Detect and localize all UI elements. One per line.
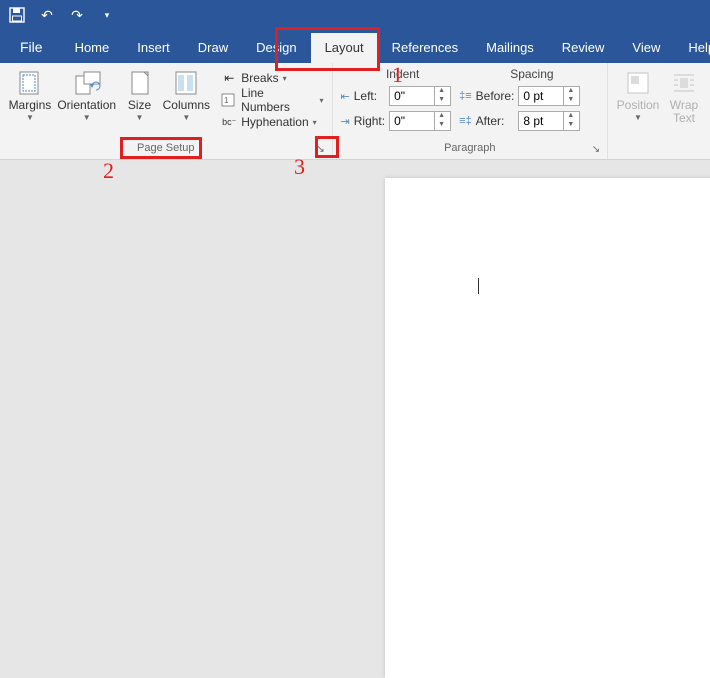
svg-text:1: 1 [224,96,229,105]
ribbon-tabs: File Home Insert Draw Design Layout Refe… [0,30,710,63]
chevron-down-icon: ▼ [26,113,34,122]
text-cursor [478,278,479,294]
position-label: Position [617,99,660,112]
indent-right-label: Right: [354,114,385,128]
spin-up-icon[interactable]: ▲ [564,87,577,96]
chevron-down-icon: ▼ [83,113,91,122]
position-icon [626,69,650,97]
indent-right-field[interactable] [390,112,434,130]
line-numbers-button[interactable]: 1 Line Numbers ▾ [219,89,325,111]
chevron-down-icon: ▾ [313,118,317,127]
size-label: Size [128,99,151,112]
tab-help[interactable]: Help [674,33,710,63]
redo-icon[interactable]: ↷ [68,6,86,24]
page[interactable] [385,178,710,678]
spin-up-icon[interactable]: ▲ [564,112,577,121]
spin-down-icon[interactable]: ▼ [435,96,448,105]
tab-layout[interactable]: Layout [311,33,378,63]
columns-icon [174,69,198,97]
tab-file[interactable]: File [6,32,61,63]
breaks-label: Breaks [241,71,278,85]
columns-label: Columns [163,99,210,112]
hyphenation-label: Hyphenation [241,115,308,129]
hyphenation-button[interactable]: bc⁻ Hyphenation ▾ [219,111,325,133]
chevron-down-icon: ▾ [283,74,287,83]
indent-right-input[interactable]: ▲▼ [389,111,451,131]
page-setup-dialog-launcher[interactable]: ↘ [314,143,328,157]
spin-up-icon[interactable]: ▲ [435,112,448,121]
quick-access-toolbar: ↶ ↷ ▾ [0,0,710,30]
margins-button[interactable]: Margins ▼ [6,67,54,122]
spacing-before-field[interactable] [519,87,563,105]
orientation-label: Orientation [57,99,116,112]
spacing-after-label: After: [476,114,515,128]
chevron-down-icon: ▼ [136,113,144,122]
tab-review[interactable]: Review [548,33,619,63]
spacing-before-input[interactable]: ▲▼ [518,86,580,106]
size-button[interactable]: Size ▼ [120,67,160,122]
ribbon: Margins ▼ Orientation ▼ Size ▼ [0,63,710,160]
group-page-setup: Margins ▼ Orientation ▼ Size ▼ [0,63,333,159]
size-icon [129,69,151,97]
margins-icon [17,69,43,97]
tab-insert[interactable]: Insert [123,33,184,63]
orientation-button[interactable]: Orientation ▼ [56,67,118,122]
breaks-icon: ⇤ [221,71,237,85]
spacing-after-input[interactable]: ▲▼ [518,111,580,131]
annotation-number-3: 3 [294,154,305,180]
line-numbers-label: Line Numbers [241,86,315,114]
group-label-page-setup: Page Setup ↘ [0,141,332,159]
wrap-text-label: Wrap Text [664,99,704,125]
spin-down-icon[interactable]: ▼ [564,96,577,105]
wrap-text-icon [672,69,696,97]
position-button: Position ▼ [614,67,662,122]
tab-design[interactable]: Design [242,33,310,63]
tab-draw[interactable]: Draw [184,33,242,63]
indent-left-field[interactable] [390,87,434,105]
tab-mailings[interactable]: Mailings [472,33,548,63]
chevron-down-icon: ▼ [182,113,190,122]
line-numbers-icon: 1 [221,93,237,107]
indent-left-icon: ⇤ [341,90,350,103]
spacing-after-field[interactable] [519,112,563,130]
group-label-arrange [608,141,710,159]
indent-left-input[interactable]: ▲▼ [389,86,451,106]
document-area[interactable] [0,160,710,595]
group-arrange: Position ▼ Wrap Text [608,63,710,159]
wrap-text-button: Wrap Text [664,67,704,125]
spacing-after-icon: ≡‡ [459,115,472,127]
indent-right-icon: ⇥ [341,115,350,128]
tab-references[interactable]: References [378,33,472,63]
annotation-number-1: 1 [392,62,403,88]
hyphenation-icon: bc⁻ [221,117,237,128]
spin-up-icon[interactable]: ▲ [435,87,448,96]
margins-label: Margins [9,99,52,112]
spin-down-icon[interactable]: ▼ [435,121,448,130]
spacing-before-label: Before: [476,89,515,103]
annotation-number-2: 2 [103,158,114,184]
columns-button[interactable]: Columns ▼ [161,67,211,122]
tab-view[interactable]: View [618,33,674,63]
spacing-before-icon: ‡≡ [459,90,472,102]
undo-icon[interactable]: ↶ [38,6,56,24]
paragraph-dialog-launcher[interactable]: ↘ [589,143,603,157]
group-paragraph: Indent Spacing ⇤ Left: ▲▼ ⇥ Right: ▲▼ [333,63,608,159]
chevron-down-icon: ▼ [634,113,642,122]
spacing-heading: Spacing [510,67,553,81]
customize-qat-icon[interactable]: ▾ [98,6,116,24]
tab-home[interactable]: Home [61,33,124,63]
indent-left-label: Left: [354,89,385,103]
save-icon[interactable] [8,6,26,24]
orientation-icon [72,69,102,97]
group-label-paragraph: Paragraph ↘ [333,141,607,159]
chevron-down-icon: ▾ [320,96,324,105]
spin-down-icon[interactable]: ▼ [564,121,577,130]
